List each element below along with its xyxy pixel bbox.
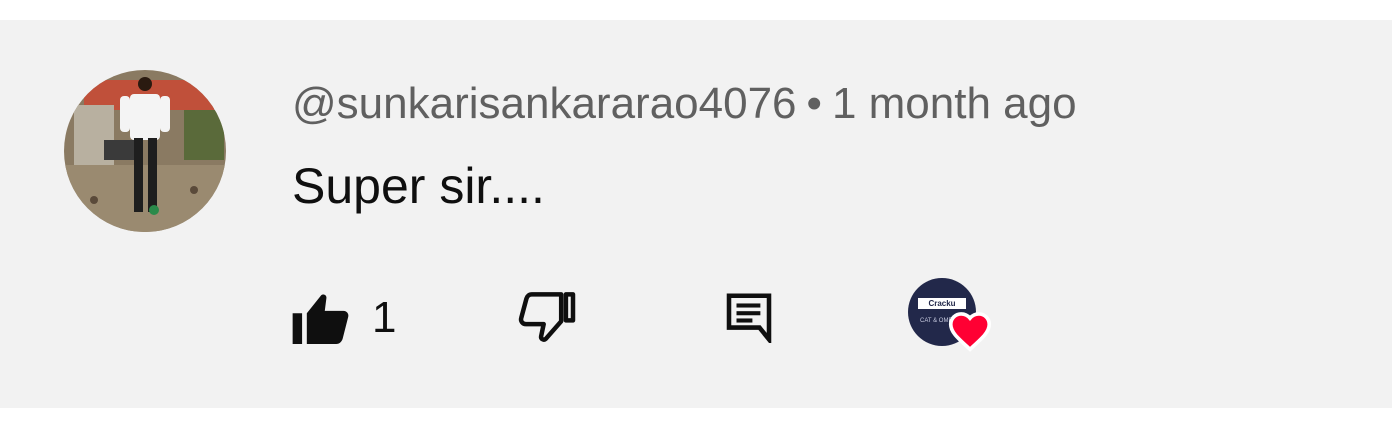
like-button[interactable]: 1 [292,282,396,354]
comment-icon [726,293,772,343]
comment-meta: @sunkarisankararao4076 • 1 month ago [292,78,1077,130]
creator-heart-badge[interactable]: Cracku CAT & OMETS [908,278,998,358]
like-count: 1 [372,293,397,342]
avatar-photo [64,70,226,232]
comment-card: @sunkarisankararao4076 • 1 month ago Super… [0,20,1392,408]
dislike-button[interactable] [518,282,576,354]
meta-separator: • [806,79,822,128]
author-avatar[interactable] [64,70,226,232]
thumbs-up-icon [292,294,349,344]
thumbs-down-icon [518,292,576,342]
comment-text: Super sir.... [292,158,545,214]
heart-icon [948,312,992,352]
author-handle[interactable]: @sunkarisankararao4076 [292,79,797,128]
creator-logo: Cracku [918,298,966,309]
comment-timestamp[interactable]: 1 month ago [832,79,1077,128]
reply-button[interactable] [726,282,772,354]
